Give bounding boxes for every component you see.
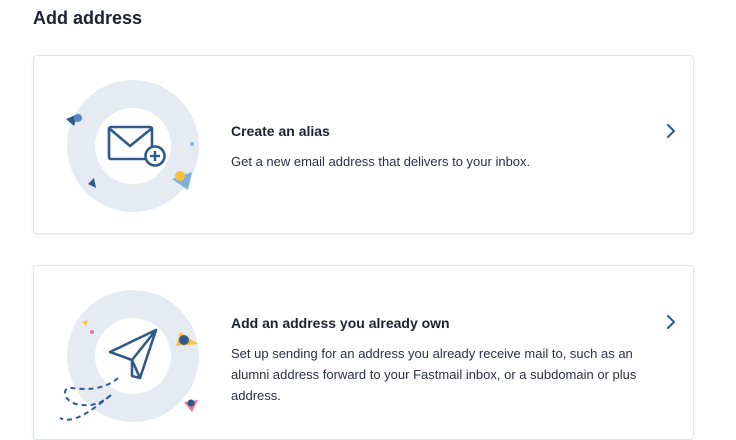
- add-owned-address-title: Add an address you already own: [231, 315, 450, 331]
- add-owned-address-description: Set up sending for an address you alread…: [231, 346, 637, 403]
- create-alias-description: Get a new email address that delivers to…: [231, 154, 531, 169]
- create-alias-card[interactable]: Create an alias Get a new email address …: [33, 55, 694, 234]
- page-title: Add address: [33, 8, 143, 28]
- chevron-right-icon[interactable]: [664, 123, 678, 139]
- add-owned-address-card[interactable]: Add an address you already own Set up se…: [33, 265, 694, 440]
- chevron-right-icon[interactable]: [664, 314, 678, 330]
- alias-illustration: [66, 80, 199, 212]
- own-address-illustration: [59, 290, 199, 422]
- create-alias-title: Create an alias: [231, 123, 330, 139]
